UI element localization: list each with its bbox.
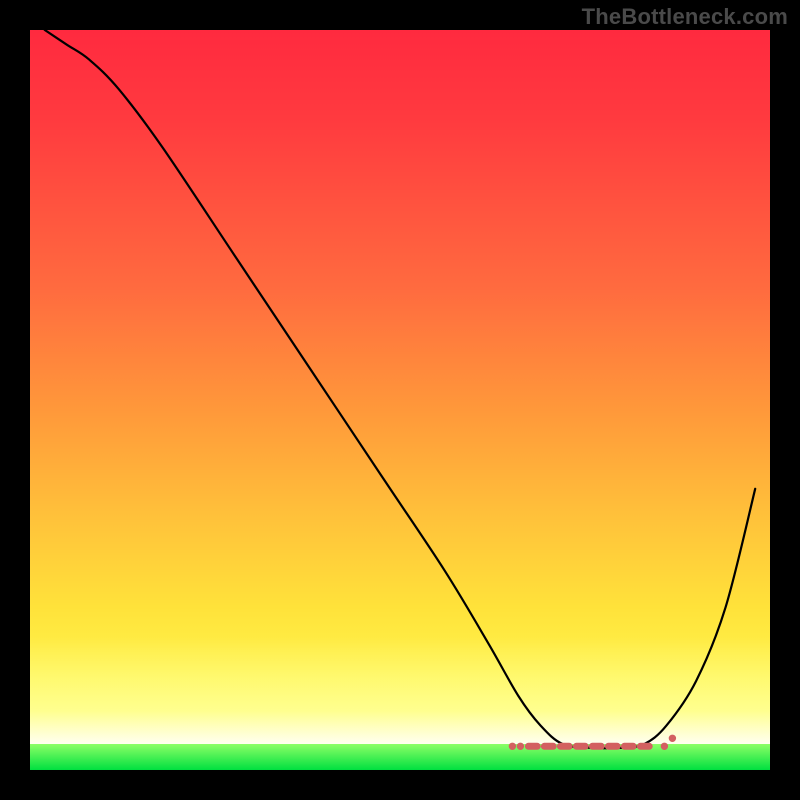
valley-dot (661, 743, 667, 749)
bottleneck-curve (45, 30, 755, 748)
site-watermark: TheBottleneck.com (582, 4, 788, 30)
chart-frame: TheBottleneck.com (0, 0, 800, 800)
valley-marker-group (509, 735, 675, 749)
valley-dot (509, 743, 515, 749)
valley-dot (517, 743, 523, 749)
plot-area (30, 30, 770, 770)
valley-dot (669, 735, 675, 741)
curve-layer (30, 30, 770, 770)
